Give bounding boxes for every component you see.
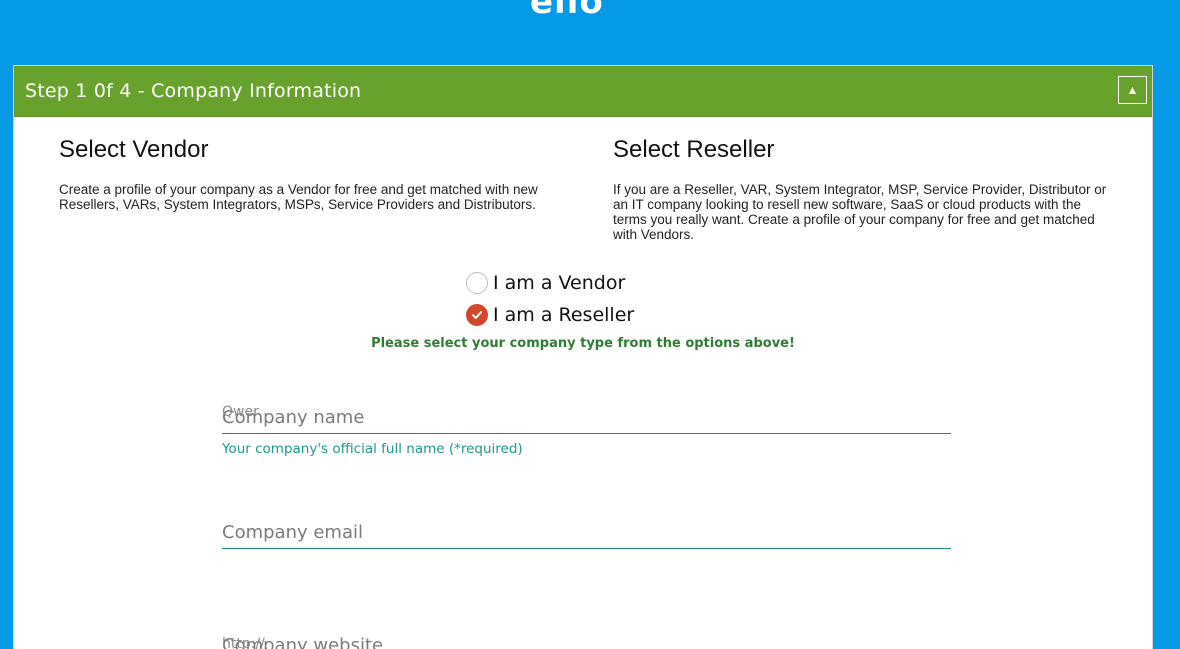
reseller-radio-label[interactable]: I am a Reseller — [493, 304, 634, 326]
vendor-description: Create a profile of your company as a Ve… — [59, 182, 538, 212]
triangle-up-icon: ▲ — [1126, 83, 1139, 97]
company-type-hint: Please select your company type from the… — [371, 336, 795, 351]
vendor-radio[interactable] — [466, 272, 488, 294]
reseller-heading: Select Reseller — [613, 136, 775, 163]
vendor-heading: Select Vendor — [59, 136, 209, 163]
company-email-field — [222, 521, 951, 549]
vendor-radio-label[interactable]: I am a Vendor — [493, 272, 625, 294]
reseller-radio-option[interactable]: I am a Reseller — [466, 304, 634, 326]
company-website-field: http:// — [222, 634, 951, 649]
vendor-section: Select Vendor Create a profile of your c… — [59, 136, 539, 212]
company-name-help: Your company's official full name (*requ… — [222, 441, 523, 457]
company-website-entered-value: http:// — [222, 636, 265, 649]
collapse-button[interactable]: ▲ — [1118, 76, 1147, 104]
company-name-field: Qwer Your company's official full name (… — [222, 404, 951, 457]
app-logo: ello — [530, 0, 604, 22]
reseller-radio[interactable] — [466, 304, 488, 326]
company-name-entered-value: Qwer — [222, 404, 259, 420]
panel-title: Step 1 0f 4 - Company Information — [25, 80, 362, 102]
panel-header: Step 1 0f 4 - Company Information ▲ — [14, 66, 1152, 117]
checkmark-icon — [472, 311, 482, 319]
company-name-input[interactable] — [222, 406, 951, 434]
vendor-radio-option[interactable]: I am a Vendor — [466, 272, 625, 294]
reseller-description: If you are a Reseller, VAR, System Integ… — [613, 182, 1107, 242]
company-email-input[interactable] — [222, 521, 951, 549]
reseller-section: Select Reseller If you are a Reseller, V… — [613, 136, 1108, 242]
company-information-panel: Step 1 0f 4 - Company Information ▲ Sele… — [13, 65, 1153, 649]
company-website-input[interactable] — [222, 634, 951, 649]
